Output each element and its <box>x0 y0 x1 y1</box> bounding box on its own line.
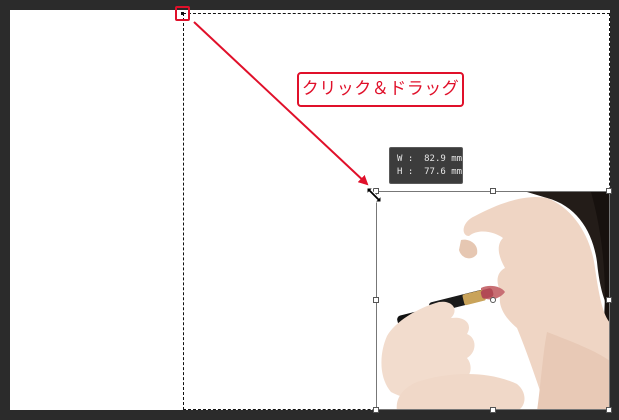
handle-bottom-left[interactable] <box>373 407 379 413</box>
drag-start-marker <box>175 6 190 21</box>
tooltip-height-row: H : 77.6 mm <box>397 167 462 177</box>
handle-bottom-right[interactable] <box>606 407 612 413</box>
handle-middle-left[interactable] <box>373 297 379 303</box>
dimension-tooltip: W : 82.9 mm H : 77.6 mm <box>389 147 463 184</box>
width-value: 82.9 mm <box>424 154 463 164</box>
tooltip-width-row: W : 82.9 mm <box>397 154 462 164</box>
height-value: 77.6 mm <box>424 167 463 177</box>
callout-text: クリック＆ドラッグ <box>301 79 460 99</box>
center-point-handle[interactable] <box>490 297 496 303</box>
workspace: クリック＆ドラッグ W : 82.9 mm H : 77.6 mm <box>0 0 619 420</box>
resize-diagonal-cursor-icon <box>366 187 382 203</box>
handle-middle-right[interactable] <box>606 297 612 303</box>
handle-bottom-center[interactable] <box>490 407 496 413</box>
instruction-callout: クリック＆ドラッグ <box>297 72 464 107</box>
width-label: W : <box>397 154 414 164</box>
height-label: H : <box>397 167 414 177</box>
handle-top-center[interactable] <box>490 188 496 194</box>
handle-top-right[interactable] <box>606 188 612 194</box>
